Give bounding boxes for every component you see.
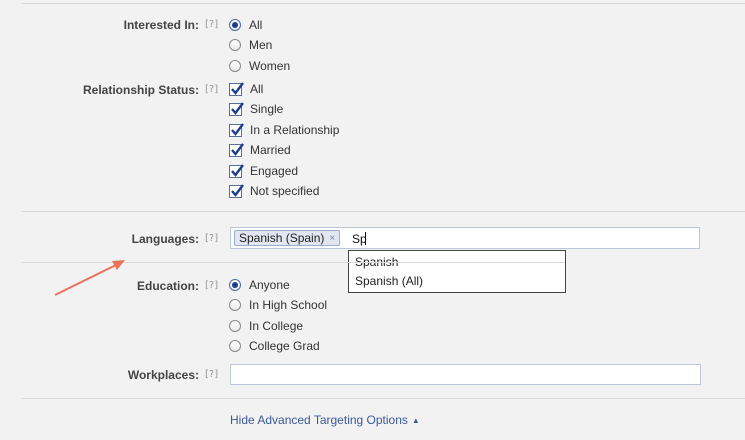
- hide-advanced-targeting-link[interactable]: Hide Advanced Targeting Options ▲: [230, 413, 420, 427]
- relationship-option-not-specified[interactable]: Not specified: [229, 182, 319, 200]
- checkbox-icon[interactable]: [229, 142, 244, 157]
- relationship-option-single[interactable]: Single: [229, 100, 283, 118]
- education-option-college-grad[interactable]: College Grad: [229, 337, 320, 355]
- option-label: All: [250, 82, 264, 96]
- relationship-status-help[interactable]: [?]: [205, 84, 218, 95]
- workplaces-input[interactable]: [230, 364, 701, 385]
- option-label: Men: [249, 38, 273, 52]
- option-label: Single: [250, 102, 284, 116]
- option-label: Married: [250, 143, 291, 157]
- section-divider: [22, 398, 745, 399]
- token-label: Spanish (Spain): [239, 231, 325, 245]
- checkbox-icon[interactable]: [229, 81, 244, 96]
- interested-in-option-women[interactable]: Women: [229, 57, 290, 75]
- radio-icon[interactable]: [229, 340, 241, 352]
- suggestion-item[interactable]: Spanish (All): [355, 274, 423, 288]
- relationship-status-label: Relationship Status:: [82, 83, 199, 97]
- checkbox-icon[interactable]: [229, 101, 244, 116]
- radio-icon[interactable]: [229, 60, 241, 72]
- option-label: In College: [249, 319, 304, 333]
- interested-in-label: Interested In:: [123, 18, 199, 32]
- radio-icon[interactable]: [229, 299, 241, 311]
- education-help[interactable]: [?]: [205, 280, 218, 291]
- education-option-high-school[interactable]: In High School: [229, 296, 327, 314]
- relationship-option-engaged[interactable]: Engaged: [229, 162, 298, 180]
- radio-icon[interactable]: [229, 320, 241, 332]
- interested-in-option-all[interactable]: All: [229, 16, 262, 34]
- relationship-option-all[interactable]: All: [229, 80, 263, 98]
- radio-icon[interactable]: [229, 19, 241, 31]
- top-divider: [22, 3, 745, 4]
- option-label: Engaged: [250, 164, 299, 178]
- hide-link-label: Hide Advanced Targeting Options: [230, 413, 408, 427]
- checkbox-icon[interactable]: [229, 183, 244, 198]
- languages-label: Languages:: [131, 232, 199, 246]
- languages-input[interactable]: [352, 231, 552, 246]
- language-suggestions-dropdown: Spanish Spanish (All): [348, 250, 566, 293]
- education-option-college[interactable]: In College: [229, 317, 303, 335]
- relationship-option-in-a-relationship[interactable]: In a Relationship: [229, 121, 339, 139]
- languages-tokenizer[interactable]: Spanish (Spain) ×: [230, 227, 700, 249]
- option-label: College Grad: [249, 339, 320, 353]
- interested-in-help[interactable]: [?]: [205, 19, 218, 30]
- interested-in-option-men[interactable]: Men: [229, 36, 272, 54]
- relationship-option-married[interactable]: Married: [229, 141, 291, 159]
- checkbox-icon[interactable]: [229, 163, 244, 178]
- workplaces-label: Workplaces:: [127, 368, 199, 382]
- remove-token-icon[interactable]: ×: [329, 233, 335, 244]
- caret-up-icon: ▲: [411, 415, 420, 425]
- option-label: In a Relationship: [250, 123, 340, 137]
- text-caret: [365, 232, 366, 245]
- education-option-anyone[interactable]: Anyone: [229, 276, 290, 294]
- option-label: Anyone: [249, 278, 290, 292]
- education-label: Education:: [137, 279, 199, 293]
- option-label: Women: [249, 59, 291, 73]
- workplaces-help[interactable]: [?]: [205, 369, 218, 380]
- language-token[interactable]: Spanish (Spain) ×: [234, 230, 341, 246]
- option-label: All: [249, 18, 263, 32]
- radio-icon[interactable]: [229, 39, 241, 51]
- section-divider: [22, 211, 745, 212]
- annotation-arrow-icon: [54, 260, 125, 296]
- radio-icon[interactable]: [229, 279, 241, 291]
- checkbox-icon[interactable]: [229, 122, 244, 137]
- languages-help[interactable]: [?]: [205, 233, 218, 244]
- option-label: In High School: [249, 298, 328, 312]
- option-label: Not specified: [250, 184, 320, 198]
